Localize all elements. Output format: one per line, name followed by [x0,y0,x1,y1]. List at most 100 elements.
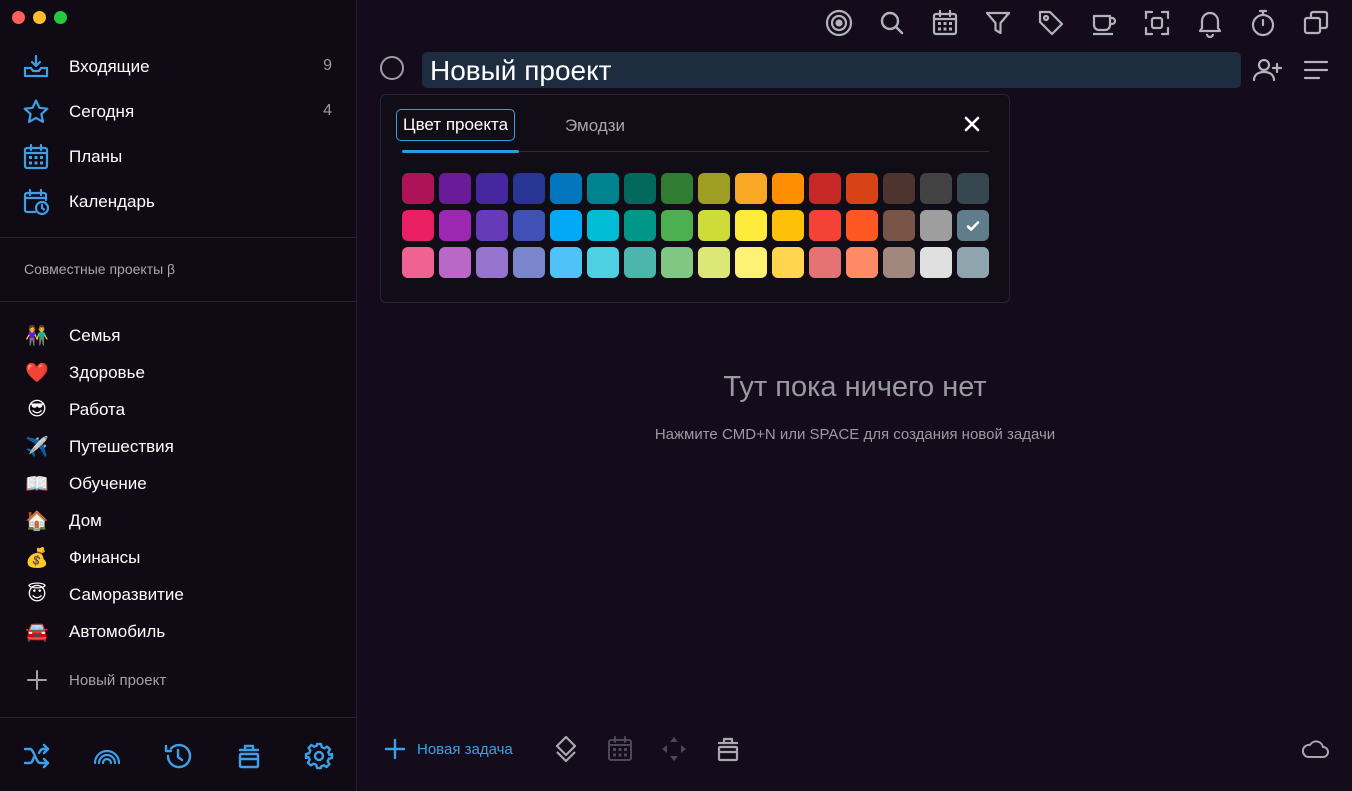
color-swatch[interactable] [809,210,841,241]
color-swatch[interactable] [550,173,582,204]
search-icon[interactable] [877,8,907,38]
tab-emoji[interactable]: Эмодзи [565,116,625,136]
project-color-picker: Цвет проекта Эмодзи [380,94,1010,303]
color-swatch[interactable] [624,247,656,278]
stack-icon[interactable] [552,735,580,763]
windows-icon[interactable] [1301,8,1331,38]
color-swatch[interactable] [957,173,989,204]
color-swatch[interactable] [735,173,767,204]
color-swatch[interactable] [772,247,804,278]
history-icon[interactable] [163,741,193,771]
color-swatch[interactable] [587,247,619,278]
filter-icon[interactable] [983,8,1013,38]
color-swatch[interactable] [624,210,656,241]
color-swatch[interactable] [883,173,915,204]
sidebar-project-item[interactable]: 😇 Саморазвитие [0,577,356,613]
window-minimize-button[interactable] [33,11,46,24]
sidebar-item-calendar[interactable]: Календарь [0,180,356,224]
color-swatch[interactable] [772,173,804,204]
timer-icon[interactable] [1248,8,1278,38]
trash-icon[interactable] [714,735,742,763]
color-swatch[interactable] [402,210,434,241]
project-complete-checkbox[interactable] [380,56,404,80]
color-swatch[interactable] [476,210,508,241]
color-swatch[interactable] [661,210,693,241]
sidebar-item-inbox[interactable]: Входящие 9 [0,45,356,89]
sidebar-item-plans[interactable]: Планы [0,135,356,179]
bell-icon[interactable] [1195,8,1225,38]
sidebar-project-item[interactable]: ❤️ Здоровье [0,355,356,391]
sidebar-project-item[interactable]: 📖 Обучение [0,466,356,502]
project-title-input[interactable]: Новый проект [422,52,1241,88]
tag-icon[interactable] [1036,8,1066,38]
calendar-icon[interactable] [930,8,960,38]
sidebar-project-item[interactable]: 💰 Финансы [0,540,356,576]
color-swatch[interactable] [883,247,915,278]
sidebar-project-item[interactable]: 🚘 Автомобиль [0,614,356,650]
new-project-button[interactable]: Новый проект [0,667,356,697]
color-swatch[interactable] [920,210,952,241]
plus-icon [384,738,406,760]
color-swatch[interactable] [883,210,915,241]
color-swatch-selected[interactable] [957,210,989,241]
sidebar-project-item[interactable]: 👫 Семья [0,318,356,354]
sidebar-project-item[interactable]: 🏠 Дом [0,503,356,539]
color-swatch[interactable] [920,247,952,278]
color-swatch[interactable] [402,173,434,204]
divider [0,717,356,718]
color-swatch[interactable] [587,210,619,241]
project-label: Семья [69,326,121,345]
color-swatch[interactable] [772,210,804,241]
color-swatch[interactable] [550,247,582,278]
sidebar-project-item[interactable]: 😎 Работа [0,392,356,428]
color-swatch[interactable] [513,247,545,278]
calendar-icon[interactable] [606,735,634,763]
tab-project-color[interactable]: Цвет проекта [396,109,516,141]
move-icon[interactable] [660,735,688,763]
color-swatch[interactable] [439,173,471,204]
color-swatch[interactable] [476,247,508,278]
color-swatch[interactable] [957,247,989,278]
project-emoji-icon: 🏠 [25,511,49,532]
count-badge: 9 [323,57,332,74]
color-swatch[interactable] [476,173,508,204]
color-swatch[interactable] [698,247,730,278]
color-swatch[interactable] [587,173,619,204]
color-swatch[interactable] [809,247,841,278]
coffee-icon[interactable] [1089,8,1119,38]
color-swatch[interactable] [624,173,656,204]
color-swatch[interactable] [920,173,952,204]
sidebar-item-today[interactable]: Сегодня 4 [0,90,356,134]
color-swatch[interactable] [846,247,878,278]
color-swatch[interactable] [698,210,730,241]
color-swatch[interactable] [439,247,471,278]
add-member-icon[interactable] [1251,54,1283,86]
window-maximize-button[interactable] [54,11,67,24]
color-swatch[interactable] [550,210,582,241]
color-swatch[interactable] [513,210,545,241]
project-label: Саморазвитие [69,585,184,604]
color-swatch[interactable] [439,210,471,241]
window-close-button[interactable] [12,11,25,24]
cloud-icon[interactable] [1300,735,1330,763]
focus-icon[interactable] [824,8,854,38]
trash-icon[interactable] [234,741,264,771]
color-swatch[interactable] [846,173,878,204]
shuffle-icon[interactable] [22,741,52,771]
color-swatch[interactable] [513,173,545,204]
color-swatch[interactable] [809,173,841,204]
color-swatch[interactable] [402,247,434,278]
scan-icon[interactable] [1142,8,1172,38]
color-swatch[interactable] [735,247,767,278]
color-swatch[interactable] [735,210,767,241]
color-swatch[interactable] [661,173,693,204]
color-swatch[interactable] [661,247,693,278]
rainbow-icon[interactable] [92,741,122,771]
menu-icon[interactable] [1300,54,1332,86]
color-swatch[interactable] [698,173,730,204]
color-swatch[interactable] [846,210,878,241]
close-icon[interactable] [961,113,983,135]
count-badge: 4 [323,102,332,119]
sidebar-project-item[interactable]: ✈️ Путешествия [0,429,356,465]
settings-icon[interactable] [304,741,334,771]
